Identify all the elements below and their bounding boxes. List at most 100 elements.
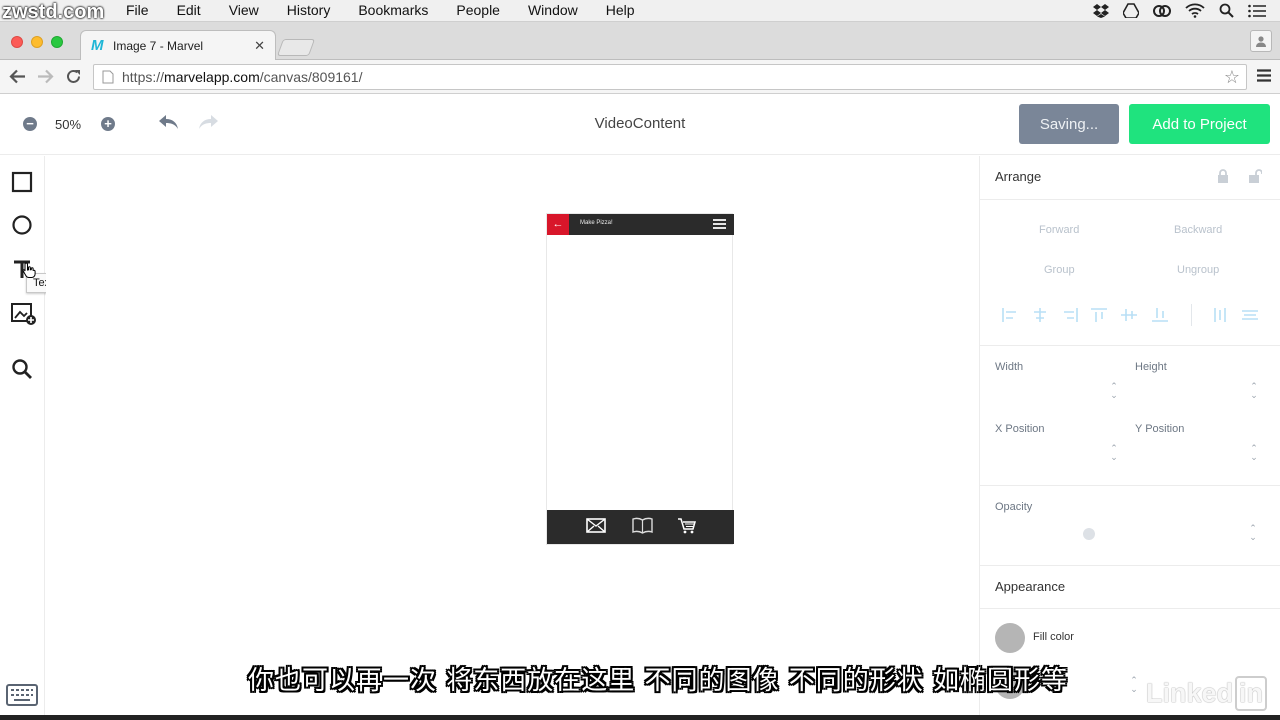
menu-bookmarks[interactable]: Bookmarks bbox=[358, 2, 428, 18]
url-path: /canvas/809161/ bbox=[259, 69, 363, 85]
url-prefix: https:// bbox=[122, 69, 165, 85]
menu-window[interactable]: Window bbox=[528, 2, 578, 18]
drive-icon[interactable] bbox=[1123, 3, 1139, 18]
document-title[interactable]: VideoContent bbox=[540, 115, 740, 132]
fill-color-swatch[interactable] bbox=[995, 623, 1025, 653]
browser-tabstrip: M Image 7 - Marvel ✕ bbox=[0, 22, 1280, 60]
x-position-label: X Position bbox=[995, 423, 1045, 435]
profile-button[interactable] bbox=[1250, 30, 1272, 52]
minimize-window-button[interactable] bbox=[31, 36, 43, 48]
shopping-cart-icon[interactable] bbox=[678, 518, 696, 534]
menu-help[interactable]: Help bbox=[606, 2, 635, 18]
window-controls bbox=[11, 36, 63, 48]
appearance-title: Appearance bbox=[995, 579, 1066, 594]
ungroup-button[interactable]: Ungroup bbox=[1177, 264, 1219, 276]
system-tray bbox=[1093, 3, 1266, 18]
marvel-logo-icon: M bbox=[91, 37, 104, 54]
ellipse-tool-icon[interactable] bbox=[11, 214, 33, 236]
wifi-icon[interactable] bbox=[1185, 3, 1205, 18]
unlock-icon[interactable] bbox=[1248, 169, 1262, 183]
linkedin-in-box: in bbox=[1235, 676, 1268, 711]
y-position-stepper[interactable]: ⌃ ⌄ bbox=[1249, 444, 1259, 462]
book-icon[interactable] bbox=[632, 517, 653, 534]
zoom-out-button[interactable]: − bbox=[23, 117, 37, 131]
back-arrow-icon[interactable] bbox=[9, 69, 26, 84]
menu-view[interactable]: View bbox=[229, 2, 259, 18]
border-stepper[interactable]: ⌃ ⌄ bbox=[1129, 676, 1139, 694]
height-stepper[interactable]: ⌃ ⌄ bbox=[1249, 382, 1259, 400]
x-position-stepper[interactable]: ⌃ ⌄ bbox=[1109, 444, 1119, 462]
video-bottom-edge bbox=[0, 715, 1280, 720]
phone-tab-bar bbox=[547, 510, 734, 544]
address-bar[interactable]: https://marvelapp.com/canvas/809161/ ☆ bbox=[93, 64, 1247, 90]
menu-people[interactable]: People bbox=[456, 2, 500, 18]
search-tool-icon[interactable] bbox=[11, 358, 33, 380]
hand-cursor-icon bbox=[22, 262, 36, 278]
align-right-icon[interactable] bbox=[1062, 308, 1078, 322]
saving-button[interactable]: Saving... bbox=[1019, 104, 1119, 144]
properties-panel: Arrange Forward Backward Group Ungroup W… bbox=[979, 156, 1280, 720]
reload-icon[interactable] bbox=[66, 69, 81, 84]
arrange-title: Arrange bbox=[995, 169, 1042, 184]
bookmark-star-icon[interactable]: ☆ bbox=[1224, 67, 1240, 88]
redo-icon[interactable] bbox=[198, 113, 220, 131]
zoom-level: 50% bbox=[55, 117, 82, 132]
height-label: Height bbox=[1135, 361, 1167, 373]
phone-nav-bar bbox=[547, 214, 734, 235]
mail-icon[interactable] bbox=[586, 518, 606, 533]
chrome-menu-icon[interactable] bbox=[1257, 69, 1271, 82]
dropbox-icon[interactable] bbox=[1093, 3, 1109, 18]
forward-arrow-icon[interactable] bbox=[37, 69, 54, 84]
image-tool-icon[interactable] bbox=[11, 302, 37, 326]
opacity-stepper[interactable]: ⌃ ⌄ bbox=[1248, 524, 1258, 542]
zoom-in-button[interactable]: + bbox=[101, 117, 115, 131]
design-canvas[interactable] bbox=[46, 156, 979, 720]
add-to-project-button[interactable]: Add to Project bbox=[1129, 104, 1270, 144]
linkedin-word: Linked bbox=[1146, 678, 1234, 708]
lock-icon[interactable] bbox=[1217, 169, 1229, 183]
hamburger-menu-icon[interactable] bbox=[713, 218, 726, 230]
page-icon bbox=[102, 70, 114, 84]
width-stepper[interactable]: ⌃ ⌄ bbox=[1109, 382, 1119, 400]
forward-button[interactable]: Forward bbox=[1039, 224, 1079, 236]
distribute-vertical-icon[interactable] bbox=[1242, 308, 1258, 322]
opacity-section: Opacity ⌃ ⌄ bbox=[980, 486, 1280, 566]
group-button[interactable]: Group bbox=[1044, 264, 1075, 276]
close-window-button[interactable] bbox=[11, 36, 23, 48]
browser-tab[interactable]: M Image 7 - Marvel ✕ bbox=[80, 30, 276, 60]
align-center-h-icon[interactable] bbox=[1032, 308, 1048, 322]
align-left-icon[interactable] bbox=[1002, 308, 1018, 322]
opacity-label: Opacity bbox=[995, 501, 1033, 513]
align-top-icon[interactable] bbox=[1091, 308, 1107, 322]
fill-color-label: Fill color bbox=[1033, 631, 1074, 643]
phone-screen-title: Make Pizza! bbox=[580, 220, 613, 226]
appearance-header: Appearance bbox=[980, 566, 1280, 609]
notification-center-icon[interactable] bbox=[1248, 4, 1266, 18]
align-bottom-icon[interactable] bbox=[1152, 308, 1168, 322]
align-middle-v-icon[interactable] bbox=[1121, 308, 1137, 322]
tool-rail bbox=[0, 156, 45, 720]
spotlight-search-icon[interactable] bbox=[1219, 3, 1234, 18]
close-tab-icon[interactable]: ✕ bbox=[254, 38, 265, 54]
menu-edit[interactable]: Edit bbox=[177, 2, 201, 18]
distribute-horizontal-icon[interactable] bbox=[1212, 308, 1228, 322]
creative-cloud-icon[interactable] bbox=[1153, 3, 1171, 18]
keyboard-shortcuts-icon[interactable] bbox=[6, 684, 38, 706]
tab-title: Image 7 - Marvel bbox=[113, 38, 204, 53]
video-subtitle: 你也可以再一次 将东西放在这里 不同的图像 不同的形状 如椭圆形等 bbox=[248, 666, 1069, 696]
menu-file[interactable]: File bbox=[126, 2, 149, 18]
undo-icon[interactable] bbox=[157, 113, 179, 131]
opacity-slider-handle[interactable] bbox=[1083, 528, 1095, 540]
zoom-window-button[interactable] bbox=[51, 36, 63, 48]
phone-back-button[interactable]: ← bbox=[547, 214, 569, 235]
person-icon bbox=[1256, 36, 1266, 47]
menu-history[interactable]: History bbox=[287, 2, 331, 18]
width-label: Width bbox=[995, 361, 1024, 373]
rectangle-tool-icon[interactable] bbox=[11, 171, 33, 193]
align-divider bbox=[1191, 304, 1192, 326]
phone-screen-artboard[interactable]: ← Make Pizza! bbox=[546, 213, 734, 545]
backward-button[interactable]: Backward bbox=[1174, 224, 1222, 236]
watermark-text: zwstd.com bbox=[2, 1, 105, 23]
browser-toolbar: https://marvelapp.com/canvas/809161/ ☆ bbox=[0, 60, 1280, 94]
new-tab-button[interactable] bbox=[276, 39, 316, 56]
